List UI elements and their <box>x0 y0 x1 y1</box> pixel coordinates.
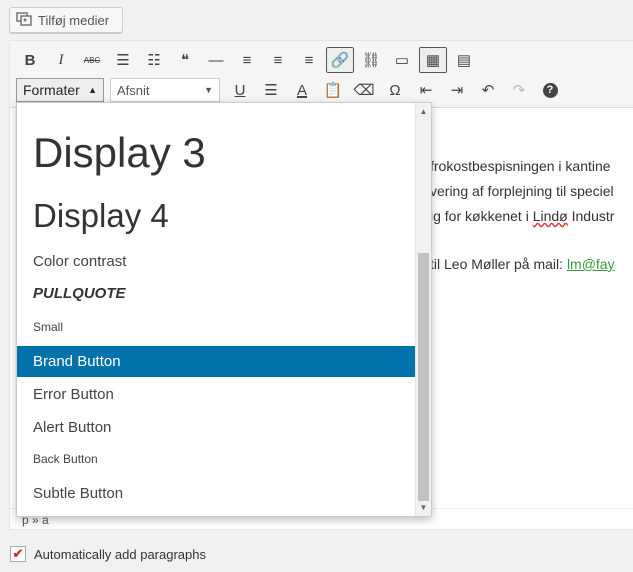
format-item-back-button[interactable]: Back Button <box>17 449 415 469</box>
align-right-button[interactable]: ≡ <box>295 47 323 73</box>
format-item-display-3[interactable]: Display 3 <box>17 123 415 183</box>
read-more-button[interactable]: ▭ <box>388 47 416 73</box>
horizontal-line-icon: — <box>208 51 224 69</box>
bold-icon: B <box>24 51 36 69</box>
caret-down-icon: ▼ <box>204 85 213 95</box>
justify-button[interactable]: ☰ <box>257 77 285 103</box>
remove-link-button[interactable]: ⛓ <box>357 47 385 73</box>
numbered-list-button[interactable]: ☷ <box>140 47 168 73</box>
align-right-icon: ≡ <box>304 51 314 69</box>
editor-toolbar: B I ABC ☰ ☷ ❝ — ≡ ≡ ≡ 🔗 ⛓ ▭ ▦ ▤ Formater ▲ Afsnit ▼ U ☰… <box>10 41 633 108</box>
format-item-color-contrast[interactable]: Color contrast <box>17 251 415 273</box>
redo-icon: ↷ <box>512 82 526 99</box>
format-item-error-button[interactable]: Error Button <box>17 384 415 406</box>
align-center-button[interactable]: ≡ <box>264 47 292 73</box>
indent-button[interactable]: ⇥ <box>443 77 471 103</box>
help-icon: ? <box>542 82 558 98</box>
dropdown-scrollbar[interactable]: ▲ ▼ <box>415 103 431 516</box>
format-item-subtle-button[interactable]: Subtle Button <box>17 483 415 505</box>
auto-paragraphs-label: Automatically add paragraphs <box>34 546 206 562</box>
bullet-list-button[interactable]: ☰ <box>109 47 137 73</box>
insert-link-icon: 🔗 <box>330 52 350 69</box>
content-line-3: ig for køkkenet i Lindø Industr <box>430 208 615 224</box>
paste-as-text-button[interactable]: 📋 <box>319 77 347 103</box>
underline-button[interactable]: U <box>226 77 254 103</box>
toolbar-toggle-button[interactable]: ▦ <box>419 47 447 73</box>
strikethrough-icon: ABC <box>83 55 101 65</box>
scroll-thumb[interactable] <box>418 253 429 501</box>
add-media-label: Tilføj medier <box>38 12 110 28</box>
align-left-button[interactable]: ≡ <box>233 47 261 73</box>
strikethrough-button[interactable]: ABC <box>78 47 106 73</box>
formatter-dropdown[interactable]: Formater ▲ <box>16 78 104 102</box>
formats-dropdown-menu: ▲ ▼ Display 3 Display 4 Color contrast PULL… <box>16 102 432 517</box>
email-link[interactable]: lm@fay <box>567 256 615 272</box>
undo-button[interactable]: ↶ <box>474 77 502 103</box>
italic-button[interactable]: I <box>47 47 75 73</box>
special-character-button[interactable]: Ω <box>381 77 409 103</box>
content-line-2: vering af forplejning til speciel <box>430 183 614 199</box>
paragraph-select[interactable]: Afsnit ▼ <box>110 78 220 102</box>
shortcode-icon: ▤ <box>456 52 472 69</box>
redo-button[interactable]: ↷ <box>505 77 533 103</box>
shortcode-button[interactable]: ▤ <box>450 47 478 73</box>
format-item-small[interactable]: Small <box>17 317 415 337</box>
content-line-1: frokostbespisningen i kantine <box>430 158 611 174</box>
format-item-alert-button[interactable]: Alert Button <box>17 417 415 439</box>
auto-paragraphs-checkbox[interactable]: ✔ <box>10 546 26 562</box>
add-media-button[interactable]: Tilføj medier <box>9 7 123 33</box>
undo-icon: ↶ <box>481 82 495 99</box>
caret-up-icon: ▲ <box>88 85 97 95</box>
clear-formatting-button[interactable]: ⌫ <box>350 77 378 103</box>
justify-icon: ☰ <box>264 82 278 99</box>
read-more-icon: ▭ <box>394 52 410 69</box>
italic-icon: I <box>58 51 64 68</box>
text-color-button[interactable]: A <box>288 77 316 103</box>
bold-button[interactable]: B <box>16 47 44 73</box>
bullet-list-icon: ☰ <box>116 52 130 69</box>
special-character-icon: Ω <box>389 81 401 99</box>
align-left-icon: ≡ <box>242 51 252 69</box>
remove-link-icon: ⛓ <box>361 52 381 69</box>
paste-as-text-icon: 📋 <box>323 82 343 99</box>
scroll-down-icon[interactable]: ▼ <box>416 503 431 512</box>
indent-icon: ⇥ <box>450 82 464 99</box>
auto-paragraphs-option[interactable]: ✔ Automatically add paragraphs <box>10 546 206 562</box>
formatter-label: Formater <box>23 82 80 98</box>
content-line-4: til Leo Møller på mail: lm@fay <box>430 256 615 272</box>
blockquote-button[interactable]: ❝ <box>171 47 199 73</box>
scroll-up-icon[interactable]: ▲ <box>416 107 431 116</box>
media-icon <box>16 11 32 29</box>
insert-link-button[interactable]: 🔗 <box>326 47 354 73</box>
format-item-pullquote[interactable]: PULLQUOTE <box>17 283 415 305</box>
blockquote-icon: ❝ <box>180 52 190 69</box>
paragraph-select-value: Afsnit <box>117 82 150 98</box>
format-item-brand-button[interactable]: Brand Button <box>17 346 415 377</box>
underline-icon: U <box>234 81 246 99</box>
horizontal-line-button[interactable]: — <box>202 47 230 73</box>
clear-formatting-icon: ⌫ <box>353 82 375 99</box>
lindo-word: Lindø <box>532 208 568 224</box>
outdent-icon: ⇤ <box>419 82 433 99</box>
format-item-display-4[interactable]: Display 4 <box>17 191 415 241</box>
align-center-icon: ≡ <box>273 51 283 69</box>
toolbar-toggle-icon: ▦ <box>425 52 441 69</box>
outdent-button[interactable]: ⇤ <box>412 77 440 103</box>
text-color-icon: A <box>296 81 307 99</box>
help-button[interactable]: ? <box>536 77 564 103</box>
numbered-list-icon: ☷ <box>147 52 161 69</box>
